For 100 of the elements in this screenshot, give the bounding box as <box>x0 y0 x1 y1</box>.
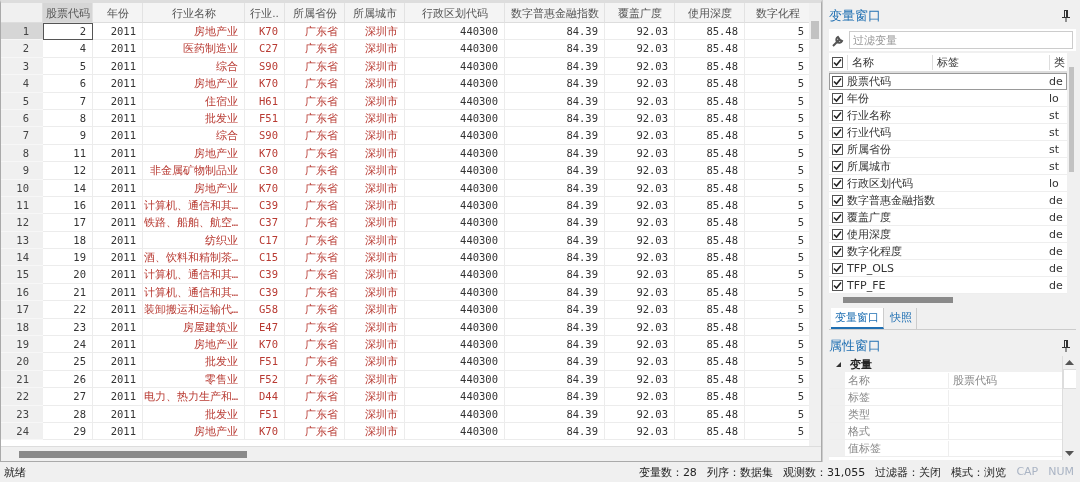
variable-row[interactable]: TFP_FE de <box>829 277 1067 294</box>
variable-row[interactable]: 使用深度 de <box>829 226 1067 243</box>
table-cell: 440300 <box>405 57 505 76</box>
table-cell: 92.03 <box>605 40 675 58</box>
row-header[interactable]: 14 <box>1 249 43 267</box>
variable-row[interactable]: 数字化程度 de <box>829 243 1067 260</box>
table-cell: 深圳市 <box>345 75 405 93</box>
column-header[interactable]: 数字化程 <box>745 3 809 23</box>
checkbox[interactable] <box>832 279 843 291</box>
table-cell: 广东省 <box>285 283 345 302</box>
horizontal-scrollbar[interactable] <box>1 446 821 461</box>
column-header[interactable]: 标签 <box>932 54 1049 70</box>
variable-row[interactable]: 覆盖广度 de <box>829 209 1067 226</box>
variable-row[interactable]: 股票代码 de <box>829 73 1067 90</box>
table-cell: 7 <box>43 92 93 110</box>
column-header[interactable]: 行政区划代码 <box>405 3 505 23</box>
vertical-scrollbar[interactable] <box>809 3 821 446</box>
table-cell: 85.48 <box>675 301 745 319</box>
table-cell: H61 <box>245 92 285 110</box>
collapse-arrow-icon[interactable] <box>835 360 842 368</box>
column-header[interactable]: 所属省份 <box>285 3 345 23</box>
variable-type: de <box>1049 278 1064 292</box>
checkbox[interactable] <box>832 228 843 240</box>
column-header[interactable]: 年份 <box>93 3 143 23</box>
table-cell: 84.39 <box>505 249 605 267</box>
table-cell: 85.48 <box>675 179 745 197</box>
checkbox[interactable] <box>832 109 843 121</box>
variable-row[interactable]: 年份 lo <box>829 90 1067 107</box>
table-cell: 85.48 <box>675 40 745 58</box>
row-header[interactable]: 15 <box>1 266 43 284</box>
table-cell: 440300 <box>405 109 505 128</box>
table-cell: 2 <box>43 23 93 41</box>
row-header[interactable]: 17 <box>1 301 43 319</box>
pin-icon[interactable] <box>1062 340 1070 352</box>
checkbox[interactable] <box>832 194 843 206</box>
variable-row[interactable]: TFP_OLS de <box>829 260 1067 277</box>
row-header[interactable]: 12 <box>1 214 43 232</box>
table-cell: 医药制造业 <box>143 40 245 58</box>
column-header[interactable]: 覆盖广度 <box>605 3 675 23</box>
checkbox[interactable] <box>832 75 843 87</box>
table-cell: 4 <box>43 40 93 58</box>
row-header[interactable]: 20 <box>1 353 43 371</box>
table-cell: 29 <box>43 423 93 441</box>
scroll-down-icon[interactable] <box>1065 451 1074 457</box>
table-cell: 84.39 <box>505 266 605 284</box>
table-cell: K70 <box>245 336 285 354</box>
variable-type: de <box>1049 210 1064 224</box>
variable-row[interactable]: 行政区划代码 lo <box>829 175 1067 192</box>
table-cell: 440300 <box>405 249 505 267</box>
table-cell: K70 <box>245 423 285 441</box>
checkbox[interactable] <box>832 126 843 138</box>
checkbox[interactable] <box>832 92 843 104</box>
table-cell: C17 <box>245 231 285 250</box>
column-header[interactable]: 股票代码 <box>43 3 93 23</box>
column-header[interactable]: 所属城市 <box>345 3 405 23</box>
table-cell: 84.39 <box>505 370 605 389</box>
variable-row[interactable]: 所属省份 st <box>829 141 1067 158</box>
variable-row[interactable]: 数字普惠金融指数 de <box>829 192 1067 209</box>
panel-tab[interactable]: 变量窗口 <box>831 308 884 329</box>
table-cell: 广东省 <box>285 231 345 250</box>
column-header[interactable]: 名称 <box>847 54 932 70</box>
table-cell: 440300 <box>405 23 505 41</box>
row-header[interactable]: 7 <box>1 127 43 145</box>
table-cell: 84.39 <box>505 353 605 371</box>
checkbox[interactable] <box>832 245 843 257</box>
variable-row[interactable]: 所属城市 st <box>829 158 1067 175</box>
table-cell: C15 <box>245 249 285 267</box>
row-header[interactable]: 2 <box>1 40 43 58</box>
checkbox[interactable] <box>832 177 843 189</box>
variable-row[interactable]: 行业名称 st <box>829 107 1067 124</box>
column-header[interactable]: 行业名称 <box>143 3 245 23</box>
status-text: 就绪 <box>4 464 26 480</box>
variable-type: st <box>1049 125 1061 139</box>
column-header[interactable]: 使用深度 <box>675 3 745 23</box>
scrollbar-thumb[interactable] <box>1062 369 1076 389</box>
group-label: 变量 <box>850 356 872 372</box>
filter-field[interactable]: 过滤变量 <box>849 31 1073 49</box>
column-header[interactable]: 行业.. <box>245 3 285 23</box>
row-header[interactable]: 4 <box>1 75 43 93</box>
row-header[interactable]: 22 <box>1 388 43 406</box>
table-cell: 广东省 <box>285 249 345 267</box>
column-header[interactable]: 数字普惠金融指数 <box>505 3 605 23</box>
row-header[interactable]: 1 <box>1 23 43 41</box>
checkbox[interactable] <box>832 143 843 155</box>
checkbox[interactable] <box>832 56 843 68</box>
table-cell: 房地产业 <box>143 423 245 441</box>
panel-tab[interactable]: 快照 <box>886 308 917 329</box>
variable-name: 所属省份 <box>847 141 892 157</box>
checkbox[interactable] <box>832 211 843 223</box>
scroll-up-icon[interactable] <box>1065 359 1074 365</box>
row-header[interactable]: 19 <box>1 336 43 354</box>
row-header[interactable]: 9 <box>1 162 43 180</box>
table-cell: 84.39 <box>505 40 605 58</box>
table-cell: 84.39 <box>505 127 605 145</box>
table-cell: 85.48 <box>675 405 745 423</box>
pin-icon[interactable] <box>1062 10 1070 22</box>
table-cell: 装卸搬运和运输代… <box>143 301 245 319</box>
checkbox[interactable] <box>832 160 843 172</box>
variable-row[interactable]: 行业代码 st <box>829 124 1067 141</box>
checkbox[interactable] <box>832 262 843 274</box>
